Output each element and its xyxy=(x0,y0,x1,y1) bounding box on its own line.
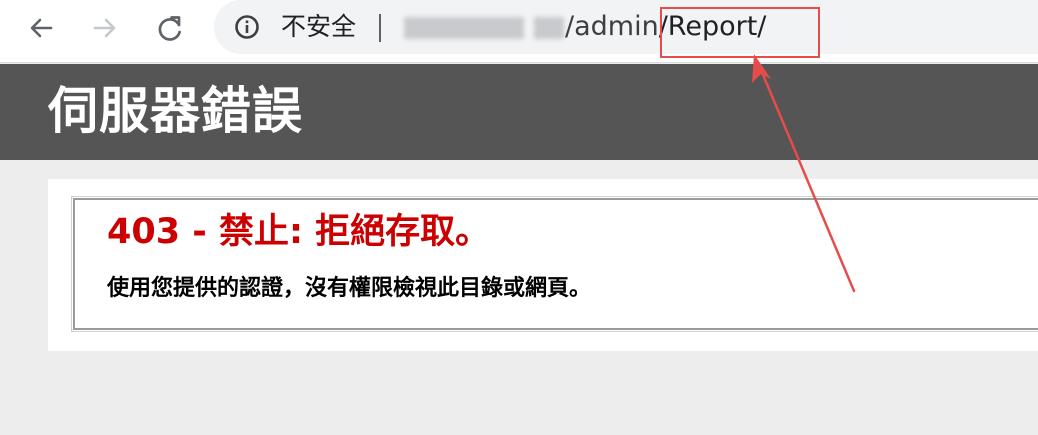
error-header: 伺服器錯誤 xyxy=(0,64,1038,160)
error-message: 使用您提供的認證，沒有權限檢視此目錄或網頁。 xyxy=(107,276,592,301)
page-title: 伺服器錯誤 xyxy=(48,82,303,140)
redacted-hostname xyxy=(534,17,564,39)
info-icon[interactable] xyxy=(234,14,260,40)
back-button[interactable] xyxy=(21,8,61,48)
address-bar[interactable]: 不安全 /admin/Report/ xyxy=(214,0,1038,54)
content-panel: 403 - 禁止: 拒絕存取。 使用您提供的認證，沒有權限檢視此目錄或網頁。 xyxy=(48,179,1038,351)
security-status-label[interactable]: 不安全 xyxy=(281,11,356,43)
reload-button[interactable] xyxy=(150,8,190,48)
address-divider xyxy=(379,14,381,42)
url-annotation-box xyxy=(660,7,820,58)
back-arrow-icon xyxy=(30,18,53,38)
forward-button[interactable] xyxy=(85,8,125,48)
url-admin-segment: /admin xyxy=(565,11,659,42)
redacted-hostname xyxy=(404,17,524,39)
info-circle-icon xyxy=(235,15,259,39)
error-box: 403 - 禁止: 拒絕存取。 使用您提供的認證，沒有權限檢視此目錄或網頁。 xyxy=(71,196,1038,332)
error-title: 403 - 禁止: 拒絕存取。 xyxy=(107,212,491,252)
forward-arrow-icon xyxy=(93,18,116,38)
reload-icon xyxy=(158,16,181,41)
browser-toolbar: 不安全 /admin/Report/ xyxy=(0,0,1038,63)
